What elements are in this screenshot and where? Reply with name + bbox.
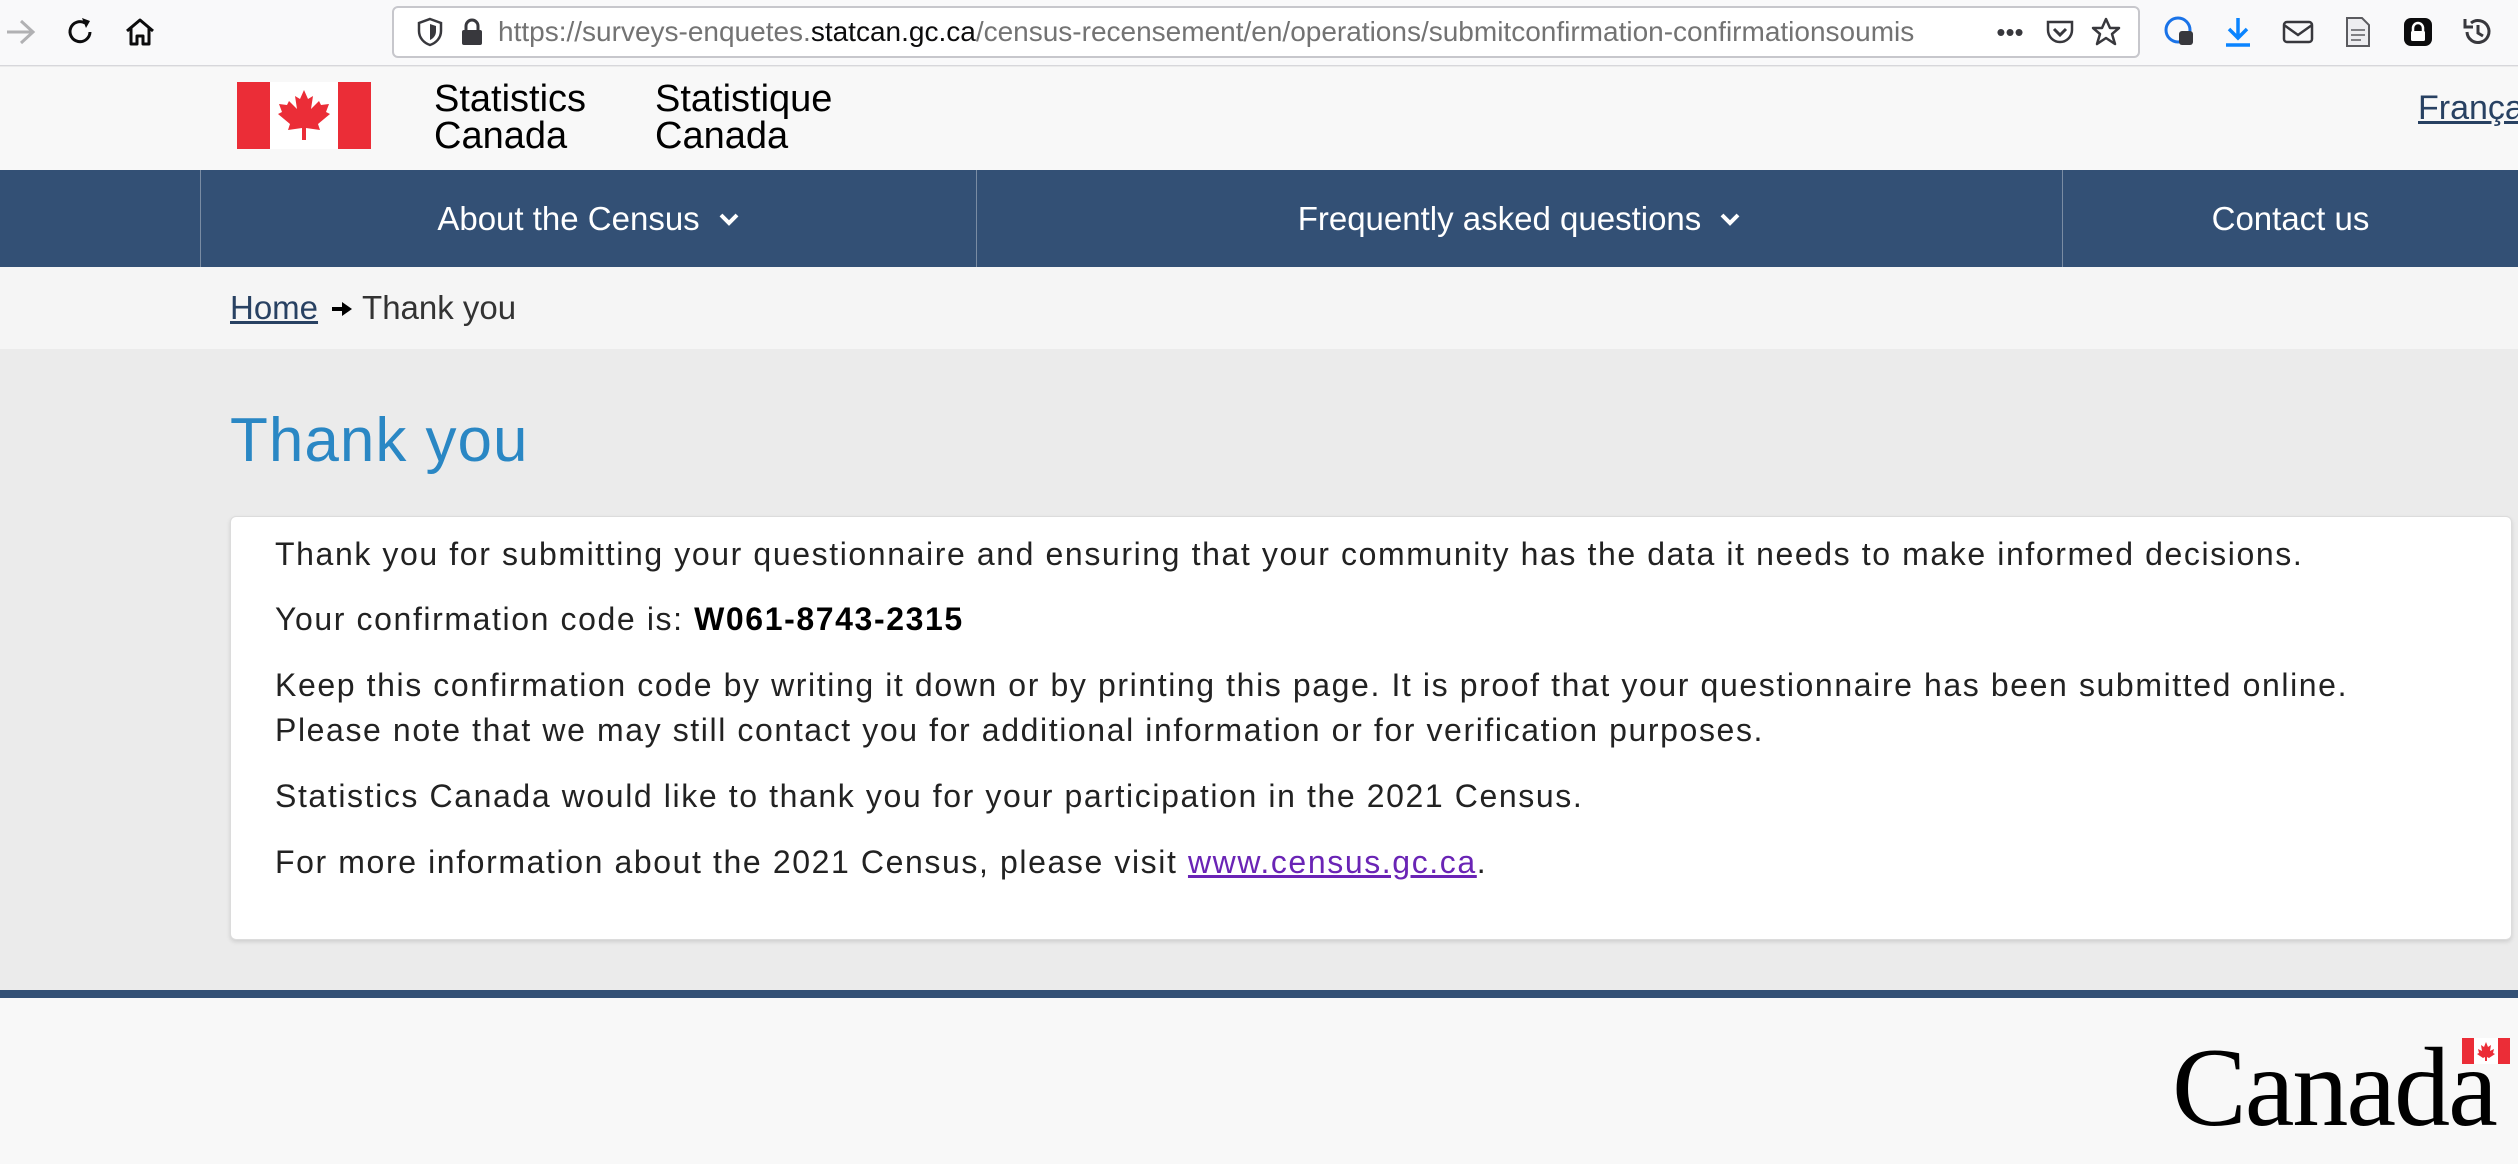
breadcrumb-current: Thank you: [362, 289, 517, 326]
url-text: https://surveys-enquetes.statcan.gc.ca/c…: [498, 16, 1915, 47]
history-icon[interactable]: [2458, 12, 2498, 52]
back-arrow-icon[interactable]: [0, 12, 40, 52]
menu-item-label: About the Census: [437, 199, 700, 237]
site-header: Statistics Canada Statistique Canada Fra…: [0, 67, 2518, 170]
confirmation-code[interactable]: W061-8743-2315: [694, 601, 964, 637]
lock-icon[interactable]: [454, 14, 490, 50]
pocket-icon[interactable]: [2042, 14, 2078, 50]
page-actions-menu[interactable]: •••: [1988, 14, 2032, 50]
chevron-down-icon: [1719, 211, 1741, 227]
download-icon[interactable]: [2218, 12, 2258, 52]
breadcrumb: Home Thank you: [230, 289, 516, 327]
confirmation-panel: Thank you for submitting your questionna…: [230, 516, 2512, 940]
arrow-right-icon: [330, 289, 354, 326]
extension-dark-icon[interactable]: [2398, 12, 2438, 52]
extension-icon[interactable]: [2160, 12, 2200, 52]
language-toggle-link[interactable]: Français: [2418, 89, 2518, 128]
site-footer: Canada: [0, 998, 2518, 1164]
address-bar[interactable]: https://surveys-enquetes.statcan.gc.ca/c…: [392, 6, 2140, 58]
breadcrumb-home-link[interactable]: Home: [230, 289, 318, 326]
reader-icon[interactable]: [2338, 12, 2378, 52]
canada-flag-icon[interactable]: [237, 82, 371, 149]
menu-item-label: Frequently asked questions: [1297, 199, 1702, 237]
breadcrumb-bar: Home Thank you: [0, 267, 2518, 349]
more-info-line: For more information about the 2021 Cens…: [275, 844, 1488, 880]
canada-wordmark: Canada: [2172, 1026, 2512, 1150]
menu-item-label: Contact us: [2211, 199, 2370, 237]
browser-toolbar: https://surveys-enquetes.statcan.gc.ca/c…: [0, 0, 2518, 66]
shield-icon[interactable]: [412, 14, 448, 50]
signature-english[interactable]: Statistics Canada: [434, 80, 586, 155]
signature-french[interactable]: Statistique Canada: [655, 80, 832, 155]
confirmation-code-label: Your confirmation code is:: [275, 601, 695, 637]
page-title: Thank you: [230, 406, 529, 475]
wordmark-flag-icon: [2462, 1038, 2510, 1064]
menu-item-about-census[interactable]: About the Census: [200, 170, 976, 267]
keep-code-line-1: Keep this confirmation code by writing i…: [275, 667, 2349, 703]
reload-icon[interactable]: [60, 12, 100, 52]
confirmation-code-line: Your confirmation code is: W061-8743-231…: [275, 596, 964, 642]
menu-item-faq[interactable]: Frequently asked questions: [976, 170, 2062, 267]
mail-icon[interactable]: [2278, 12, 2318, 52]
star-icon[interactable]: [2088, 14, 2124, 50]
footer-divider: [0, 990, 2518, 998]
census-website-link[interactable]: www.census.gc.ca: [1188, 844, 1477, 880]
home-icon[interactable]: [120, 12, 160, 52]
wordmark-text: Canada: [2172, 1026, 2498, 1150]
menu-item-contact[interactable]: Contact us: [2062, 170, 2518, 267]
main-menu: About the Census Frequently asked questi…: [0, 170, 2518, 267]
thank-you-message: Thank you for submitting your questionna…: [275, 536, 2304, 572]
participation-thanks: Statistics Canada would like to thank yo…: [275, 778, 1584, 814]
keep-code-line-2: Please note that we may still contact yo…: [275, 712, 1765, 748]
chevron-down-icon: [718, 211, 740, 227]
